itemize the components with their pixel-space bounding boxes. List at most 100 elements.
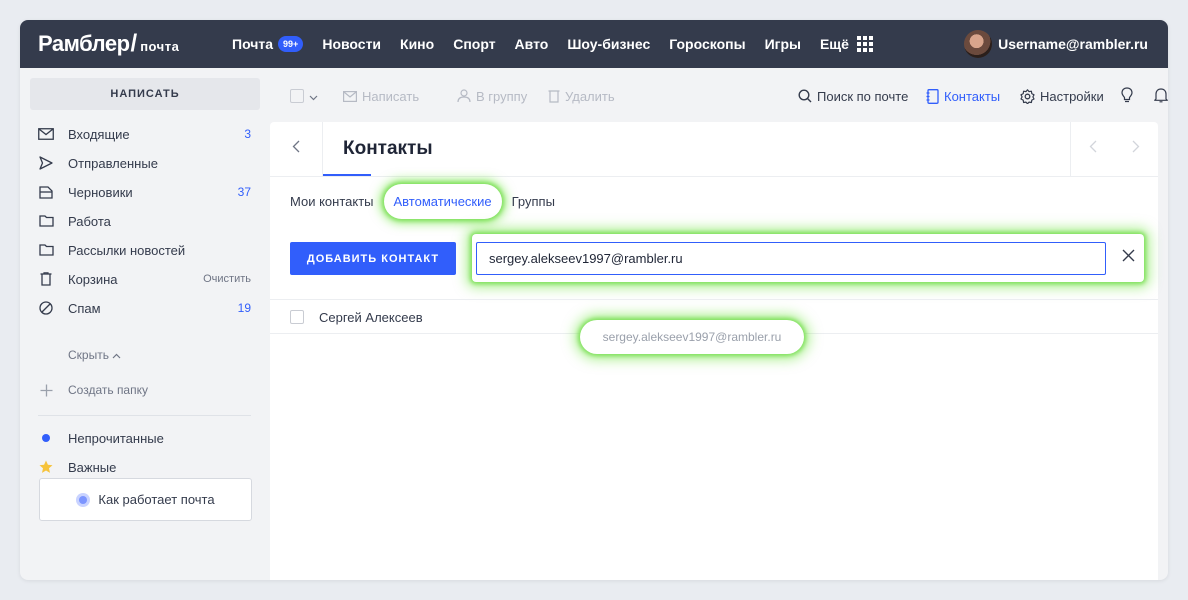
nav-item-horoscopes[interactable]: Гороскопы xyxy=(669,36,745,52)
divider xyxy=(38,415,251,416)
how-mail-works-button[interactable]: Как работает почта xyxy=(39,478,252,521)
nav-item-label: Почта xyxy=(232,36,274,52)
add-contact-button[interactable]: ДОБАВИТЬ КОНТАКТ xyxy=(290,242,456,275)
nav-item-mail[interactable]: Почта 99+ xyxy=(232,36,304,52)
user-email: Username@rambler.ru xyxy=(998,36,1148,52)
top-nav: Почта 99+ Новости Кино Спорт Авто Шоу-би… xyxy=(232,20,892,68)
clear-search-button[interactable] xyxy=(1118,248,1138,268)
unread-dot-icon xyxy=(38,430,54,446)
sidebar-item-sent[interactable]: Отправленные xyxy=(38,152,251,174)
toolbar-label: Удалить xyxy=(565,88,615,104)
filter-label: Непрочитанные xyxy=(68,430,164,446)
folder-icon xyxy=(38,242,54,258)
filter-label: Важные xyxy=(68,459,117,475)
spam-icon xyxy=(38,300,54,316)
tab-automatic[interactable]: Автоматические xyxy=(383,183,502,219)
folder-count: 37 xyxy=(237,185,251,199)
unread-badge: 99+ xyxy=(278,36,304,52)
help-label: Как работает почта xyxy=(98,492,215,507)
sidebar-item-work[interactable]: Работа xyxy=(38,210,251,232)
pager xyxy=(1070,122,1158,176)
folder-count: 19 xyxy=(237,301,251,315)
group-icon xyxy=(457,89,471,103)
plus-icon xyxy=(38,382,54,398)
folder-count: 3 xyxy=(244,127,251,141)
prev-arrow-icon[interactable] xyxy=(1089,140,1097,158)
sidebar-item-label: Спам xyxy=(68,300,101,316)
nav-item-showbiz[interactable]: Шоу-бизнес xyxy=(567,36,650,52)
sidebar-item-spam[interactable]: Спам 19 xyxy=(38,297,251,319)
settings-button[interactable]: Настройки xyxy=(1020,86,1104,106)
row-checkbox[interactable] xyxy=(290,310,304,324)
sidebar-item-label: Входящие xyxy=(68,126,130,142)
sidebar-item-label: Корзина xyxy=(68,271,118,287)
hide-folders-link[interactable]: Скрыть xyxy=(68,348,121,362)
delete-button[interactable]: Удалить xyxy=(548,86,615,106)
lightbulb-icon xyxy=(1121,86,1133,106)
nav-item-label: Ещё xyxy=(819,36,849,52)
inbox-icon xyxy=(38,126,54,142)
add-to-group-button[interactable]: В группу xyxy=(457,86,527,106)
contact-search xyxy=(472,234,1144,282)
hide-label: Скрыть xyxy=(68,348,109,362)
toolbar-label: Написать xyxy=(362,88,420,104)
chevron-down-icon xyxy=(309,89,318,104)
logo-sub: почта xyxy=(140,39,180,54)
tab-groups[interactable]: Группы xyxy=(512,194,555,209)
sidebar-item-label: Черновики xyxy=(68,184,133,200)
help-icon xyxy=(76,492,91,507)
sidebar-item-inbox[interactable]: Входящие 3 xyxy=(38,123,251,145)
sidebar-item-newsletters[interactable]: Рассылки новостей xyxy=(38,239,251,261)
contact-email: sergey.alekseev1997@rambler.ru xyxy=(580,320,804,354)
nav-item-games[interactable]: Игры xyxy=(765,36,801,52)
mail-search-button[interactable]: Поиск по почте xyxy=(798,86,908,106)
toolbar-label: Настройки xyxy=(1040,88,1104,104)
search-icon xyxy=(798,89,812,103)
address-book-icon xyxy=(926,88,939,104)
logo-slash: / xyxy=(130,30,138,57)
nav-item-sport[interactable]: Спорт xyxy=(453,36,495,52)
filter-unread[interactable]: Непрочитанные xyxy=(38,427,251,449)
toolbar-label: Контакты xyxy=(944,88,1001,104)
header-divider xyxy=(270,176,1158,177)
empty-trash-link[interactable]: Очистить xyxy=(203,273,251,285)
contact-name: Сергей Алексеев xyxy=(319,310,423,325)
nav-item-cinema[interactable]: Кино xyxy=(400,36,434,52)
bell-icon xyxy=(1154,87,1168,106)
toolbar-compose-button[interactable]: Написать xyxy=(343,86,419,106)
contacts-button[interactable]: Контакты xyxy=(926,86,1000,106)
checkbox-icon xyxy=(290,89,304,103)
tab-my-contacts[interactable]: Мои контакты xyxy=(290,194,374,209)
next-arrow-icon[interactable] xyxy=(1132,140,1140,158)
nav-item-more[interactable]: Ещё xyxy=(820,36,873,52)
contact-tabs: Мои контакты Автоматические Группы xyxy=(290,183,575,219)
compose-button[interactable]: НАПИСАТЬ xyxy=(30,78,260,110)
create-folder-label: Создать папку xyxy=(68,383,148,397)
select-all-checkbox[interactable] xyxy=(290,86,318,106)
sidebar-item-drafts[interactable]: Черновики 37 xyxy=(38,181,251,203)
sidebar: НАПИСАТЬ Входящие 3 Отправленные Чернови… xyxy=(20,68,270,580)
toolbar-label: Поиск по почте xyxy=(817,88,909,104)
tips-button[interactable] xyxy=(1121,86,1133,106)
sidebar-item-label: Работа xyxy=(68,213,111,229)
sidebar-item-trash[interactable]: Корзина Очистить xyxy=(38,268,251,290)
trash-icon xyxy=(38,271,54,287)
nav-item-news[interactable]: Новости xyxy=(322,36,381,52)
apps-grid-icon xyxy=(856,36,873,52)
logo[interactable]: Рамблер / почта xyxy=(38,30,179,58)
filter-important[interactable]: Важные xyxy=(38,456,251,478)
sent-icon xyxy=(38,155,54,171)
nav-item-auto[interactable]: Авто xyxy=(515,36,549,52)
user-menu[interactable]: Username@rambler.ru xyxy=(964,20,1148,68)
chevron-up-icon xyxy=(112,348,121,362)
page-title: Контакты xyxy=(343,138,433,159)
trash-icon xyxy=(548,89,560,103)
contacts-panel: Контакты Мои контакты Автоматические Гру… xyxy=(270,122,1158,580)
drafts-icon xyxy=(38,184,54,200)
back-button[interactable] xyxy=(270,122,323,176)
contact-search-input[interactable] xyxy=(476,242,1106,275)
notifications-button[interactable] xyxy=(1154,86,1168,106)
toolbar: Написать В группу Удалить Поиск по почте… xyxy=(270,68,1168,122)
create-folder-link[interactable]: Создать папку xyxy=(38,379,251,401)
sidebar-item-label: Отправленные xyxy=(68,155,158,171)
